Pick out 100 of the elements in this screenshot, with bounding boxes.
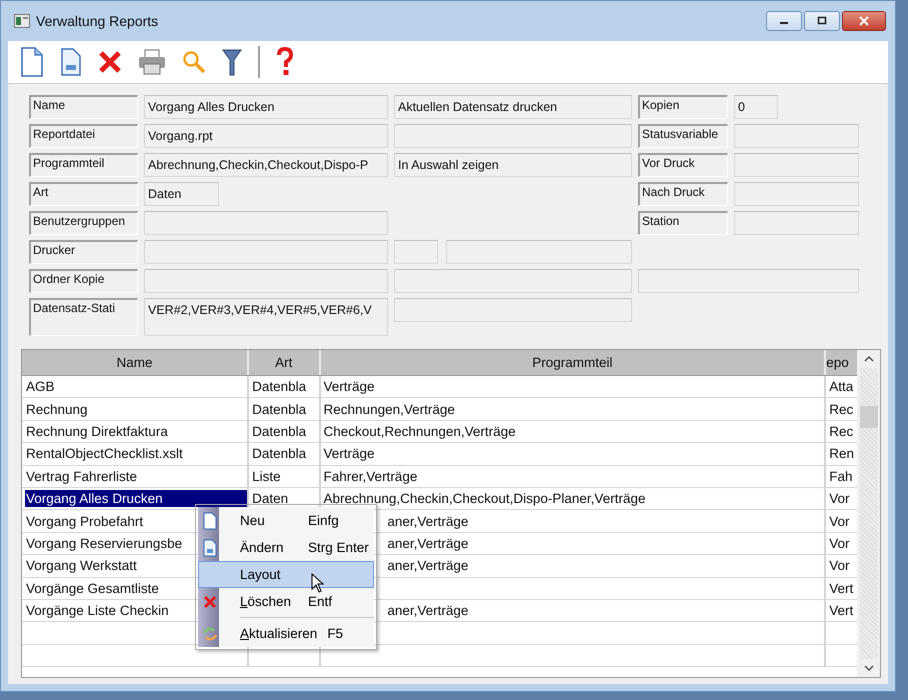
table-cell-text: Vorgänge Gesamtliste	[25, 580, 160, 597]
table-cell-text: Rechnung	[25, 400, 89, 418]
close-icon	[858, 15, 870, 27]
table-cell: Rechnungen,Verträge	[324, 402, 455, 417]
text-field[interactable]	[734, 182, 859, 206]
minimize-button[interactable]	[766, 11, 802, 31]
table-cell: Datenbla	[252, 379, 306, 394]
text-field[interactable]: 0	[734, 95, 778, 119]
text-field[interactable]	[446, 240, 632, 264]
text-field[interactable]	[394, 298, 632, 322]
field-label: Kopien	[638, 95, 728, 119]
table-cell-text: Vorgang Probefahrt	[25, 512, 144, 530]
scroll-down-icon[interactable]	[862, 663, 874, 673]
table-cell: Atta	[829, 379, 854, 394]
table-cell: Fah	[829, 468, 852, 484]
table-cell: Ren	[829, 446, 854, 462]
column-header[interactable]: epo	[826, 350, 857, 375]
text-field[interactable]	[394, 240, 438, 264]
field-label: Drucker	[29, 240, 138, 264]
close-button[interactable]	[842, 11, 886, 31]
field-label: Benutzergruppen	[29, 211, 138, 235]
column-header[interactable]: Programmteil	[320, 350, 826, 375]
table-cell: Fahrer,Verträge	[324, 468, 418, 484]
delete-icon[interactable]	[98, 50, 122, 74]
field-label: Nach Druck	[638, 182, 728, 206]
printer-icon[interactable]	[138, 49, 166, 75]
table-cell: Checkout,Rechnungen,Verträge	[324, 424, 516, 439]
table-cell: aner,Verträge	[387, 536, 468, 551]
table-cell-text: RentalObjectChecklist.xslt	[25, 445, 184, 462]
table-cell-text: AGB	[25, 378, 56, 396]
table-cell: Vor	[829, 558, 850, 574]
text-field[interactable]	[734, 153, 859, 177]
menu-item[interactable]: Neu Einfg	[198, 507, 374, 534]
scrollbar[interactable]	[857, 349, 881, 678]
table-cell-text: Rechnung Direktfaktura	[25, 422, 169, 440]
table-cell: Vorgang Alles Drucken	[25, 490, 248, 508]
document-icon	[202, 512, 216, 530]
maximize-icon	[817, 16, 827, 26]
search-icon[interactable]	[182, 50, 206, 74]
window-icon	[14, 14, 30, 28]
text-field[interactable]: Abrechnung,Checkin,Checkout,Dispo-P	[144, 153, 388, 177]
table-cell: Vor	[829, 514, 850, 529]
field-label: Name	[29, 95, 138, 119]
document-icon[interactable]	[60, 48, 82, 76]
new-document-icon[interactable]	[20, 47, 44, 77]
table-cell: aner,Verträge	[387, 514, 468, 529]
field-label: Datensatz-Stati	[29, 298, 138, 336]
menu-item[interactable]: Aktualisieren F5	[198, 620, 374, 647]
mouse-pointer-icon	[311, 573, 324, 593]
maximize-button[interactable]	[804, 11, 840, 31]
text-field[interactable]: Aktuellen Datensatz drucken	[394, 95, 632, 119]
field-label: Statusvariable	[638, 124, 728, 148]
table-cell-text: Vorgänge Liste Checkin	[25, 602, 170, 620]
text-field[interactable]: VER#2,VER#3,VER#4,VER#5,VER#6,V	[144, 298, 388, 336]
field-label: Art	[29, 182, 138, 206]
table-cell: Vor	[829, 536, 850, 551]
scroll-thumb[interactable]	[860, 406, 878, 428]
text-field[interactable]	[734, 211, 859, 235]
text-field[interactable]	[638, 269, 859, 293]
help-icon[interactable]	[276, 47, 294, 77]
text-field[interactable]: Vorgang.rpt	[144, 124, 388, 148]
column-header[interactable]: Name	[22, 350, 250, 375]
table-cell: Verträge	[324, 446, 375, 462]
text-field[interactable]	[394, 124, 632, 148]
text-field[interactable]: Vorgang Alles Drucken	[144, 95, 388, 119]
table-cell: Vert	[829, 580, 854, 596]
table-cell: Daten	[252, 491, 288, 506]
table-cell-text: Vorgang Werkstatt	[25, 557, 138, 574]
text-field[interactable]	[394, 269, 632, 293]
table-cell: Vor	[829, 491, 850, 506]
field-label: Reportdatei	[29, 124, 138, 148]
table-cell: aner,Verträge	[387, 558, 468, 574]
text-field[interactable]: In Auswahl zeigen	[394, 153, 632, 177]
text-field[interactable]	[144, 240, 388, 264]
refresh-icon	[202, 626, 218, 642]
text-field[interactable]	[144, 269, 388, 293]
text-field[interactable]	[734, 124, 859, 148]
table-cell: aner,Verträge	[387, 603, 468, 618]
table-cell: Abrechnung,Checkin,Checkout,Dispo-Planer,Verträge	[324, 491, 646, 506]
text-field[interactable]: Daten	[144, 182, 219, 206]
scroll-up-icon[interactable]	[862, 354, 874, 364]
table-cell: Datenbla	[252, 402, 306, 417]
column-header[interactable]: Art	[249, 350, 320, 375]
delete-icon	[202, 594, 216, 608]
menu-item[interactable]: Löschen Entf	[198, 588, 374, 615]
field-label: Ordner Kopie	[29, 269, 138, 293]
filter-icon[interactable]	[222, 47, 242, 77]
menu-item[interactable]: Ändern Strg Enter	[198, 534, 374, 561]
field-label: Station	[638, 211, 728, 235]
table-cell: Rec	[829, 402, 854, 417]
table-cell: Datenbla	[252, 446, 306, 462]
table-cell: Datenbla	[252, 424, 306, 439]
text-field[interactable]	[144, 211, 388, 235]
table-cell: Verträge	[324, 379, 375, 394]
field-label: Programmteil	[29, 153, 138, 177]
table-cell-text: Vorgang Reservierungsbe	[25, 534, 184, 552]
field-label: Vor Druck	[638, 153, 728, 177]
table-cell: Liste	[252, 468, 281, 484]
table-cell: Vert	[829, 603, 854, 618]
window-title: Verwaltung Reports	[36, 13, 158, 29]
